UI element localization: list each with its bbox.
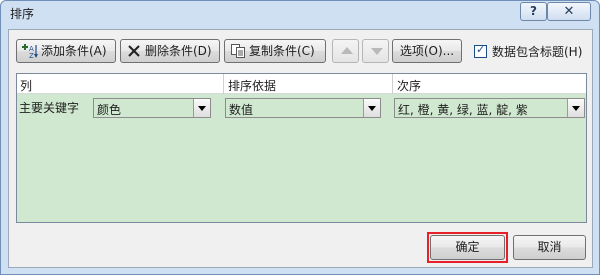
add-condition-button[interactable]: A Z 添加条件(A)	[16, 39, 116, 63]
close-button[interactable]: ✕	[547, 2, 591, 21]
chevron-down-icon	[368, 106, 376, 111]
primary-key-label: 主要关键字	[19, 101, 80, 115]
column-divider	[392, 74, 393, 94]
window-title: 排序	[10, 7, 35, 21]
sort-levels-grid: 列 排序依据 次序 主要关键字 颜色 数值 红, 橙, 黄, 绿, 蓝, 靛, …	[16, 73, 587, 223]
header-checkbox[interactable]: ✓	[474, 43, 487, 58]
delete-condition-button[interactable]: 删除条件(D)	[120, 39, 220, 63]
ok-button[interactable]: 确定	[430, 235, 505, 260]
move-up-button[interactable]	[332, 39, 359, 63]
copy-condition-label: 复制条件(C)	[249, 44, 315, 58]
column-divider	[223, 74, 224, 94]
sort-on-select[interactable]: 数值	[225, 98, 381, 118]
chevron-down-icon	[572, 106, 580, 111]
checkmark-icon: ✓	[476, 43, 486, 56]
delete-x-icon	[128, 45, 140, 57]
delete-condition-label: 删除条件(D)	[145, 44, 212, 58]
cancel-button[interactable]: 取消	[513, 235, 586, 260]
add-condition-icon: A Z	[22, 44, 38, 59]
title-bar: 排序 ? ✕	[1, 1, 599, 29]
sort-dialog: 排序 ? ✕ A Z 添加条件(A) 删除条件(D) 复制条件(C) 选项(O)…	[0, 0, 600, 275]
header-checkbox-label: 数据包含标题(H)	[492, 45, 583, 59]
add-condition-label: 添加条件(A)	[41, 44, 107, 58]
column-select-value: 颜色	[97, 103, 122, 117]
move-down-icon	[371, 48, 383, 55]
options-button[interactable]: 选项(O)...	[392, 39, 462, 63]
copy-condition-button[interactable]: 复制条件(C)	[224, 39, 326, 63]
order-header: 次序	[397, 79, 422, 93]
order-select-value: 红, 橙, 黄, 绿, 蓝, 靛, 紫	[398, 103, 528, 117]
help-button[interactable]: ?	[520, 2, 547, 21]
column-select[interactable]: 颜色	[93, 98, 211, 118]
dropdown-button[interactable]	[193, 99, 210, 117]
sort-on-header: 排序依据	[228, 79, 277, 93]
column-header: 列	[20, 79, 33, 93]
sort-on-select-value: 数值	[229, 103, 254, 117]
svg-text:Z: Z	[29, 52, 34, 59]
copy-icon	[231, 44, 245, 58]
dropdown-button[interactable]	[363, 99, 380, 117]
move-down-button[interactable]	[362, 39, 389, 63]
dialog-body: A Z 添加条件(A) 删除条件(D) 复制条件(C) 选项(O)... ✓ 数…	[8, 29, 593, 268]
chevron-down-icon	[198, 106, 206, 111]
move-up-icon	[341, 47, 353, 54]
dropdown-button[interactable]	[567, 99, 584, 117]
order-select[interactable]: 红, 橙, 黄, 绿, 蓝, 靛, 紫	[394, 98, 585, 118]
grid-header: 列 排序依据 次序	[17, 74, 586, 94]
